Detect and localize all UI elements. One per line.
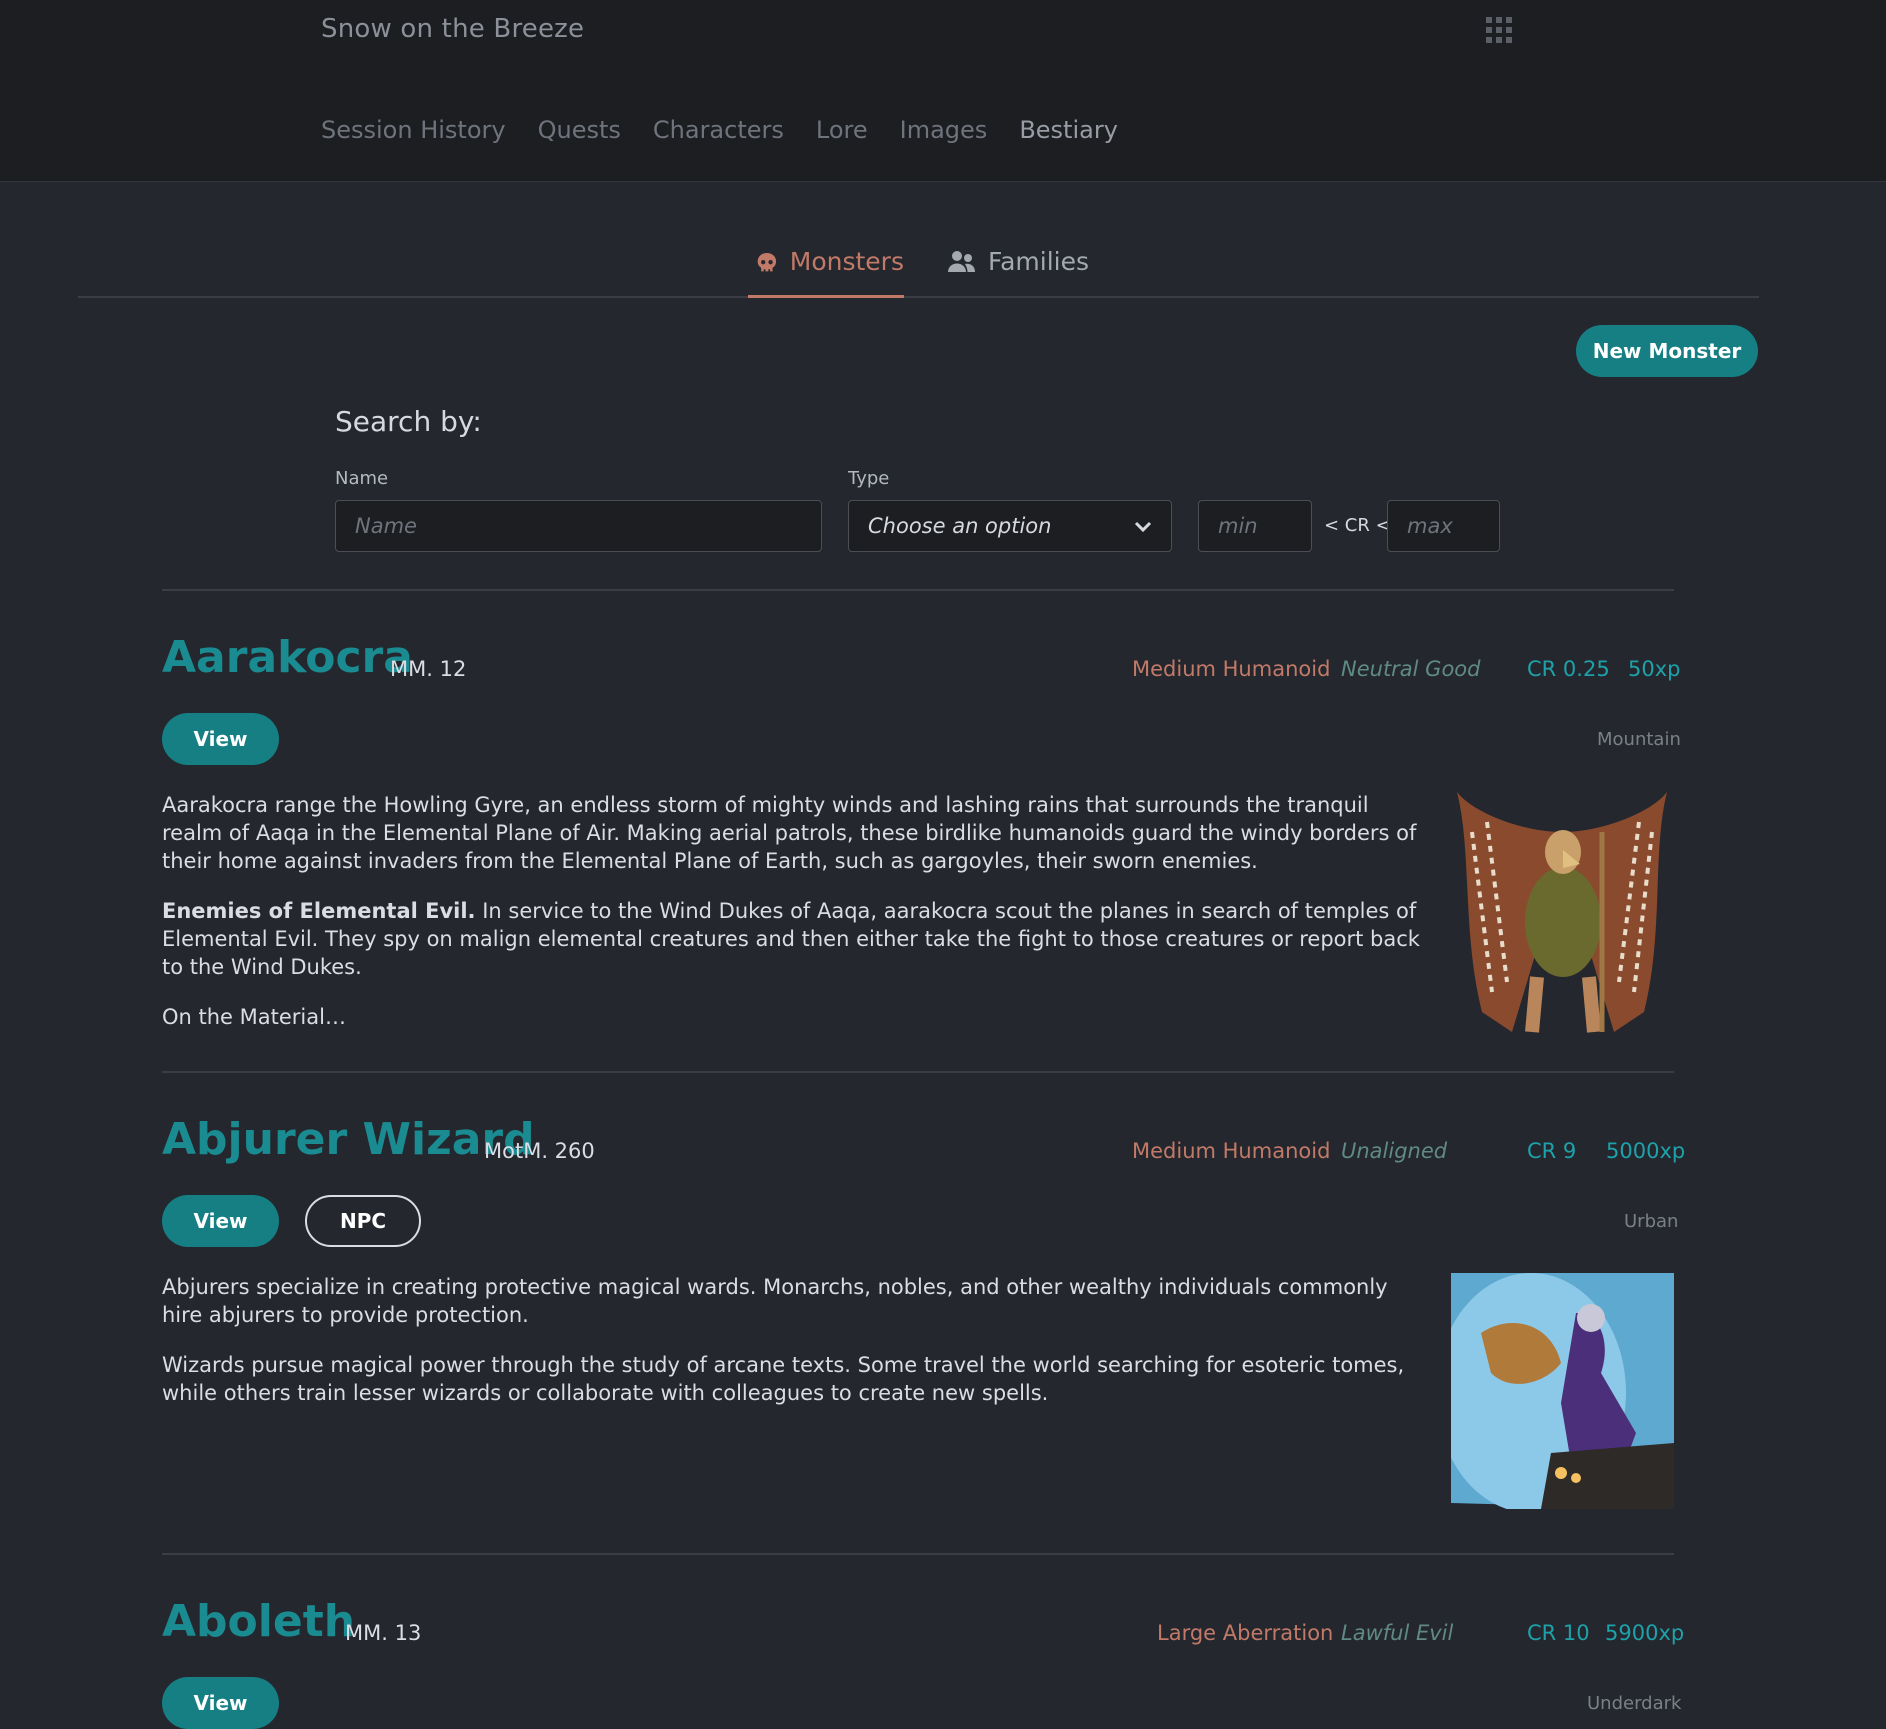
main-nav: Session History Quests Characters Lore I… — [321, 116, 1150, 144]
nav-lore[interactable]: Lore — [816, 116, 868, 144]
description-heading: Enemies of Elemental Evil. — [162, 899, 476, 923]
monster-name[interactable]: Aarakocra — [162, 632, 413, 683]
nav-bestiary[interactable]: Bestiary — [1019, 116, 1118, 144]
monster-environment: Underdark — [1587, 1693, 1682, 1714]
view-button[interactable]: View — [162, 713, 279, 765]
monster-size-type: Medium Humanoid — [1132, 657, 1331, 681]
nav-quests[interactable]: Quests — [538, 116, 621, 144]
skull-icon — [757, 252, 777, 272]
monster-description: Aarakocra range the Howling Gyre, an end… — [162, 791, 1422, 1053]
monster-description: Abjurers specialize in creating protecti… — [162, 1273, 1422, 1429]
description-paragraph: Abjurers specialize in creating protecti… — [162, 1275, 1388, 1327]
monster-portrait[interactable] — [1452, 792, 1674, 1035]
users-icon — [948, 251, 975, 272]
description-paragraph: On the Material… — [162, 1005, 346, 1029]
tab-families[interactable]: Families — [948, 247, 1089, 298]
npc-tag-button[interactable]: NPC — [305, 1195, 421, 1247]
name-placeholder: Name — [355, 514, 417, 538]
name-input[interactable]: Name — [335, 500, 822, 552]
view-button[interactable]: View — [162, 1677, 279, 1729]
name-label: Name — [335, 468, 389, 489]
tabs-divider — [78, 296, 1759, 298]
monster-environment: Mountain — [1597, 729, 1681, 750]
monster-name[interactable]: Abjurer Wizard — [162, 1114, 535, 1165]
monster-alignment: Lawful Evil — [1341, 1621, 1454, 1645]
monster-size-type: Large Aberration — [1157, 1621, 1334, 1645]
monster-source: MM. 13 — [345, 1621, 422, 1645]
monster-environment: Urban — [1624, 1211, 1679, 1232]
monster-cr: CR 10 — [1527, 1621, 1590, 1645]
monster-alignment: Unaligned — [1341, 1139, 1448, 1163]
monster-cr: CR 0.25 — [1527, 657, 1610, 681]
monster-name[interactable]: Aboleth — [162, 1596, 355, 1647]
top-bar: Snow on the Breeze Session History Quest… — [0, 0, 1886, 182]
monster-portrait[interactable] — [1451, 1273, 1674, 1509]
monster-cr: CR 9 — [1527, 1139, 1577, 1163]
nav-characters[interactable]: Characters — [653, 116, 784, 144]
type-label: Type — [848, 468, 890, 489]
new-monster-button[interactable]: New Monster — [1576, 325, 1758, 377]
cr-max-input[interactable]: max — [1387, 500, 1500, 552]
description-paragraph: Wizards pursue magical power through the… — [162, 1353, 1405, 1405]
cr-min-input[interactable]: min — [1198, 500, 1312, 552]
divider — [162, 589, 1674, 591]
cr-separator: < CR < — [1324, 515, 1391, 536]
monster-source: MM. 12 — [390, 657, 467, 681]
monster-source: MotM. 260 — [484, 1139, 595, 1163]
tab-monsters-label: Monsters — [789, 247, 904, 276]
divider — [162, 1553, 1674, 1555]
app-title[interactable]: Snow on the Breeze — [321, 14, 584, 44]
apps-grid-icon[interactable] — [1486, 17, 1512, 43]
type-select-value: Choose an option — [868, 514, 1052, 538]
cr-min-placeholder: min — [1218, 514, 1258, 538]
chevron-down-icon — [1134, 521, 1152, 533]
description-paragraph: Enemies of Elemental Evil. In service to… — [162, 897, 1422, 981]
monster-alignment: Neutral Good — [1341, 657, 1481, 681]
tab-monsters[interactable]: Monsters — [748, 247, 904, 298]
divider — [162, 1071, 1674, 1073]
monster-xp: 5900xp — [1605, 1621, 1685, 1645]
description-paragraph: Aarakocra range the Howling Gyre, an end… — [162, 793, 1417, 873]
monster-size-type: Medium Humanoid — [1132, 1139, 1331, 1163]
monster-xp: 50xp — [1628, 657, 1681, 681]
nav-session-history[interactable]: Session History — [321, 116, 506, 144]
view-button[interactable]: View — [162, 1195, 279, 1247]
search-title: Search by: — [335, 405, 482, 438]
tab-families-label: Families — [988, 247, 1090, 276]
nav-images[interactable]: Images — [900, 116, 988, 144]
type-select[interactable]: Choose an option — [848, 500, 1172, 552]
cr-max-placeholder: max — [1407, 514, 1453, 538]
monster-xp: 5000xp — [1606, 1139, 1686, 1163]
